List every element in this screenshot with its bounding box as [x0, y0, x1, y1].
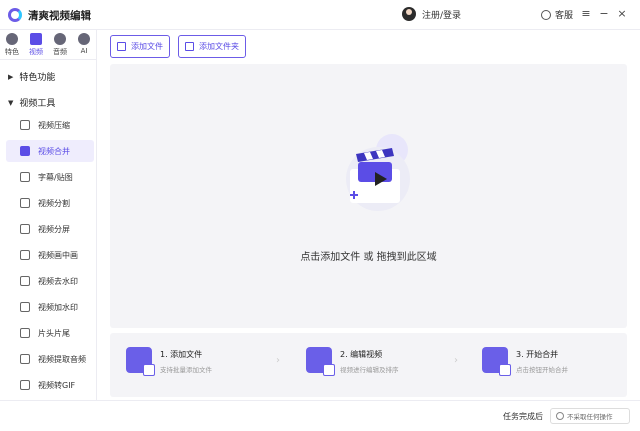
- split-icon: [20, 198, 30, 208]
- step-edit-video: 2. 编辑视频视频进行编辑及排序: [306, 347, 399, 376]
- mode-tabs: 特色 视频 音频 AI: [0, 30, 97, 60]
- add-watermark-icon: [20, 302, 30, 312]
- mode-label: AI: [80, 47, 88, 55]
- sidebar-item-remove-watermark[interactable]: 视频去水印: [6, 270, 94, 292]
- app-title: 清爽视频编辑: [28, 10, 91, 22]
- split-screen-icon: [20, 224, 30, 234]
- add-folder-icon: [185, 42, 194, 51]
- gif-icon: [20, 380, 30, 390]
- customer-service-button[interactable]: 客服: [541, 8, 573, 21]
- mode-tab-audio[interactable]: 音频: [48, 30, 72, 59]
- section-feature[interactable]: ▶ 特色功能: [8, 70, 56, 84]
- mode-tab-video[interactable]: 视频: [24, 30, 48, 59]
- minimize-icon[interactable]: −: [597, 7, 611, 21]
- add-folder-button[interactable]: 添加文件夹: [178, 35, 246, 58]
- section-video-tools[interactable]: ▼ 视频工具: [8, 96, 56, 110]
- mode-tab-feature[interactable]: 特色: [0, 30, 24, 59]
- drop-zone[interactable]: 点击添加文件 或 拖拽到此区域: [110, 64, 627, 328]
- sidebar-item-intro-outro[interactable]: 片头片尾: [6, 322, 94, 344]
- add-file-icon: [117, 42, 126, 51]
- step-subtitle: 支持批量添加文件: [160, 366, 212, 374]
- close-icon[interactable]: ×: [615, 7, 629, 21]
- steps-panel: 1. 添加文件支持批量添加文件 › 2. 编辑视频视频进行编辑及排序 › 3. …: [110, 333, 627, 397]
- sidebar-item-video-to-gif[interactable]: 视频转GIF: [6, 374, 94, 396]
- chevron-right-icon: ›: [454, 355, 458, 366]
- add-file-button[interactable]: 添加文件: [110, 35, 170, 58]
- section-label: 特色功能: [19, 73, 56, 83]
- section-label: 视频工具: [19, 99, 56, 109]
- step-title: 3. 开始合并: [516, 350, 559, 359]
- sidebar-item-add-watermark[interactable]: 视频加水印: [6, 296, 94, 318]
- sidebar-item-video-merge[interactable]: 视频合并: [6, 140, 94, 162]
- after-task-value: 不采取任何操作: [567, 413, 613, 421]
- sidebar-item-label: 视频提取音频: [38, 354, 86, 364]
- add-file-step-icon: [126, 347, 155, 376]
- headset-icon: [541, 9, 551, 20]
- ai-icon: [78, 33, 90, 45]
- login-label: 注册/登录: [422, 10, 462, 21]
- caret-down-icon: ▼: [8, 98, 14, 107]
- status-footer: 任务完成后 不采取任何操作: [0, 400, 640, 431]
- title-bar: 清爽视频编辑 注册/登录 客服 ≡ − ×: [0, 0, 640, 30]
- mode-tab-ai[interactable]: AI: [72, 30, 96, 59]
- sidebar-item-label: 视频合并: [38, 146, 70, 156]
- step-subtitle: 视频进行编辑及排序: [340, 366, 399, 374]
- sidebar-item-extract-audio[interactable]: 视频提取音频: [6, 348, 94, 370]
- audio-icon: [54, 33, 66, 45]
- ban-icon: [556, 412, 564, 420]
- pip-icon: [20, 250, 30, 260]
- sidebar-item-label: 视频加水印: [38, 302, 78, 312]
- video-icon: [30, 33, 42, 45]
- sidebar-item-label: 视频压缩: [38, 120, 70, 130]
- avatar-icon: [402, 7, 416, 21]
- service-label: 客服: [555, 11, 574, 21]
- sidebar-item-video-compress[interactable]: 视频压缩: [6, 114, 94, 136]
- chevron-right-icon: ›: [276, 355, 280, 366]
- sidebar-item-label: 视频去水印: [38, 276, 78, 286]
- compress-icon: [20, 120, 30, 130]
- merge-icon: [20, 146, 30, 156]
- step-title: 1. 添加文件: [160, 350, 203, 359]
- sidebar: 特色 视频 音频 AI ▶ 特色功能 ▼ 视频工具 视频压缩 视频合并 字幕/贴图 …: [0, 30, 97, 400]
- after-task-select[interactable]: 不采取任何操作: [550, 408, 630, 424]
- sidebar-item-picture-in-picture[interactable]: 视频画中画: [6, 244, 94, 266]
- add-file-label: 添加文件: [131, 42, 163, 51]
- caret-right-icon: ▶: [8, 72, 14, 81]
- step-add-file: 1. 添加文件支持批量添加文件: [126, 347, 212, 376]
- merge-step-icon: [482, 347, 511, 376]
- mode-label: 音频: [53, 48, 67, 56]
- sidebar-item-subtitle-sticker[interactable]: 字幕/贴图: [6, 166, 94, 188]
- after-task-label: 任务完成后: [503, 412, 543, 421]
- sidebar-item-label: 视频转GIF: [38, 380, 76, 390]
- star-icon: [6, 33, 18, 45]
- mode-label: 特色: [5, 48, 19, 56]
- menu-icon[interactable]: ≡: [579, 7, 593, 21]
- step-subtitle: 点击按钮开始合并: [516, 366, 568, 374]
- sidebar-item-label: 字幕/贴图: [38, 172, 73, 182]
- step-title: 2. 编辑视频: [340, 350, 383, 359]
- subtitle-icon: [20, 172, 30, 182]
- drop-hint-text: 点击添加文件 或 拖拽到此区域: [300, 252, 437, 263]
- video-clapper-icon: [346, 134, 410, 211]
- remove-watermark-icon: [20, 276, 30, 286]
- mode-label: 视频: [29, 48, 43, 56]
- sidebar-item-label: 视频画中画: [38, 250, 78, 260]
- app-logo-icon: [8, 8, 22, 22]
- extract-audio-icon: [20, 354, 30, 364]
- sidebar-item-video-split[interactable]: 视频分割: [6, 192, 94, 214]
- intro-outro-icon: [20, 328, 30, 338]
- toolbar: 添加文件 添加文件夹: [110, 35, 246, 58]
- sidebar-item-label: 片头片尾: [38, 328, 70, 338]
- sidebar-item-label: 视频分割: [38, 198, 70, 208]
- edit-video-step-icon: [306, 347, 335, 376]
- app-window: 清爽视频编辑 注册/登录 客服 ≡ − × 特色 视频 音频 AI ▶ 特色功能 …: [0, 0, 640, 431]
- sidebar-item-split-screen[interactable]: 视频分屏: [6, 218, 94, 240]
- add-folder-label: 添加文件夹: [199, 42, 239, 51]
- sidebar-item-label: 视频分屏: [38, 224, 70, 234]
- login-button[interactable]: 注册/登录: [402, 7, 461, 21]
- step-start-merge: 3. 开始合并点击按钮开始合并: [482, 347, 568, 376]
